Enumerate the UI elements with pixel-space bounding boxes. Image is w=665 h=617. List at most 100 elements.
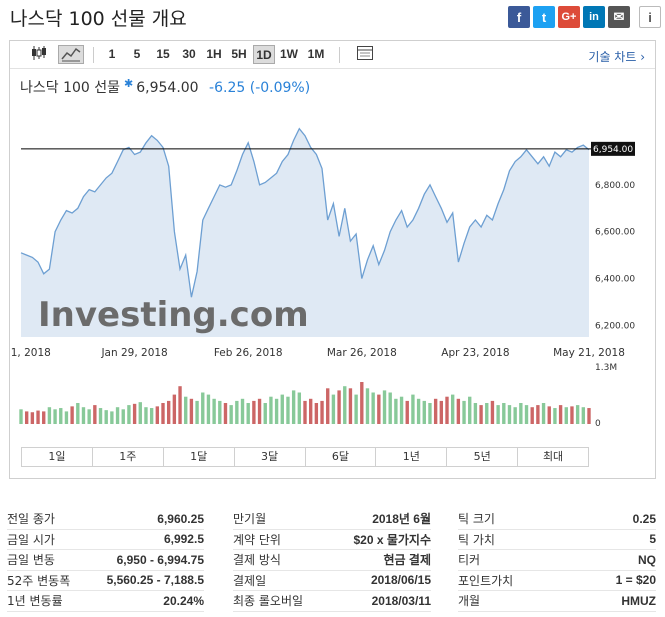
stat-label: 만기월 xyxy=(233,512,267,527)
volume-bar xyxy=(269,396,273,424)
volume-bar xyxy=(581,407,586,424)
stat-row: 1년 변동률 20.24% xyxy=(7,591,204,612)
volume-bar xyxy=(64,411,69,424)
x-tick-label: Feb 26, 2018 xyxy=(214,347,283,359)
volume-bar xyxy=(365,388,370,424)
volume-bar xyxy=(30,412,35,424)
range-max[interactable]: 최대 xyxy=(518,448,588,466)
stat-value: NQ xyxy=(638,552,656,567)
volume-bar xyxy=(575,405,580,424)
range-1y[interactable]: 1년 xyxy=(376,448,448,466)
x-tick-label: Mar 26, 2018 xyxy=(327,347,397,359)
x-tick-label: Jan 29, 2018 xyxy=(100,347,167,359)
volume-bar xyxy=(53,409,57,424)
volume-bar xyxy=(110,411,114,424)
volume-bar xyxy=(399,396,404,424)
volume-bar xyxy=(428,403,432,424)
stat-value: 5,560.25 - 7,188.5 xyxy=(106,573,204,588)
stat-row: 티커 NQ xyxy=(458,550,656,571)
volume-bar xyxy=(144,407,148,424)
stat-label: 금일 시가 xyxy=(7,532,55,547)
stat-label: 결제 방식 xyxy=(233,553,281,568)
range-1w[interactable]: 1주 xyxy=(93,448,164,466)
volume-bar xyxy=(439,400,444,424)
range-6m[interactable]: 6달 xyxy=(306,448,377,466)
y-tick-label: 6,200.00 xyxy=(595,321,635,331)
stat-value: 2018/03/11 xyxy=(371,593,431,608)
range-3m[interactable]: 3달 xyxy=(235,448,306,466)
stat-row: 전일 종가 6,960.25 xyxy=(7,509,204,530)
volume-bar xyxy=(354,394,358,424)
volume-bar xyxy=(371,392,375,424)
stats-column-1: 전일 종가 6,960.25 금일 시가 6,992.5 금일 변동 6,950 - … xyxy=(7,509,204,612)
volume-bar xyxy=(274,398,279,424)
volume-bar xyxy=(257,398,262,424)
stat-value: 20.24% xyxy=(163,593,204,608)
stat-row: 최종 롤오버일 2018/03/11 xyxy=(233,591,431,612)
stat-label: 틱 가치 xyxy=(458,532,495,547)
linkedin-icon[interactable]: in xyxy=(583,6,605,28)
volume-bar xyxy=(36,410,40,424)
volume-bar xyxy=(81,407,86,424)
volume-bar xyxy=(76,403,80,424)
stat-label: 1년 변동률 xyxy=(7,594,63,609)
volume-bar xyxy=(280,394,284,424)
volume-bar xyxy=(19,409,23,424)
mail-icon[interactable]: ✉ xyxy=(608,6,630,28)
volume-bar xyxy=(178,386,182,424)
stat-label: 금일 변동 xyxy=(7,553,55,568)
info-icon[interactable]: i xyxy=(639,6,661,28)
twitter-icon[interactable]: t xyxy=(533,6,555,28)
facebook-icon[interactable]: f xyxy=(508,6,530,28)
volume-bar xyxy=(246,403,250,424)
volume-bar xyxy=(303,400,307,424)
volume-bar xyxy=(405,400,409,424)
range-1d[interactable]: 1일 xyxy=(22,448,93,466)
volume-bar xyxy=(229,405,233,424)
x-tick-label: Jan 1, 2018 xyxy=(10,347,51,359)
stat-label: 계약 단위 xyxy=(233,532,281,547)
volume-bar xyxy=(195,400,199,424)
volume-bar xyxy=(206,394,211,424)
volume-bar xyxy=(189,398,194,424)
stat-row: 개월 HMUZ xyxy=(458,591,656,612)
volume-bar xyxy=(331,394,336,424)
volume-bar xyxy=(291,390,296,424)
stat-row: 금일 변동 6,950 - 6,994.75 xyxy=(7,550,204,571)
volume-bar xyxy=(121,409,125,424)
y-tick-label: 6,800.00 xyxy=(595,181,635,191)
range-5y[interactable]: 5년 xyxy=(447,448,519,466)
volume-bar xyxy=(218,400,222,424)
volume-bar xyxy=(479,405,483,424)
volume-bar xyxy=(496,405,500,424)
stat-value: 현금 결제 xyxy=(383,553,432,568)
volume-bar xyxy=(513,407,517,424)
volume-bar xyxy=(587,408,591,424)
volume-bar xyxy=(547,406,551,424)
price-chart[interactable]: Investing.com 6,954.00 6,200.00 6,400.00 6… xyxy=(10,41,655,441)
volume-bar xyxy=(138,402,142,424)
volume-bar xyxy=(558,405,563,424)
stat-label: 전일 종가 xyxy=(7,512,55,527)
volume-bar xyxy=(297,392,302,424)
volume-bar xyxy=(450,394,455,424)
volume-bar xyxy=(223,403,228,424)
volume-bar xyxy=(98,408,103,424)
volume-bar xyxy=(161,403,165,424)
volume-bar xyxy=(553,408,557,424)
volume-max-label: 1.3M xyxy=(595,363,617,373)
y-tick-label: 6,400.00 xyxy=(595,274,635,284)
volume-bar xyxy=(502,403,506,424)
range-1m[interactable]: 1달 xyxy=(164,448,235,466)
stat-label: 결제일 xyxy=(233,573,267,588)
volume-bar xyxy=(394,398,398,424)
volume-bar xyxy=(320,400,324,424)
volume-bar xyxy=(519,403,523,424)
volume-bar xyxy=(382,390,387,424)
volume-bar xyxy=(445,396,449,424)
volume-bar xyxy=(212,398,216,424)
volume-bar xyxy=(507,405,512,424)
stat-value: 2018/06/15 xyxy=(370,573,431,588)
volume-bar xyxy=(104,410,108,424)
google-plus-icon[interactable]: G+ xyxy=(558,6,580,28)
